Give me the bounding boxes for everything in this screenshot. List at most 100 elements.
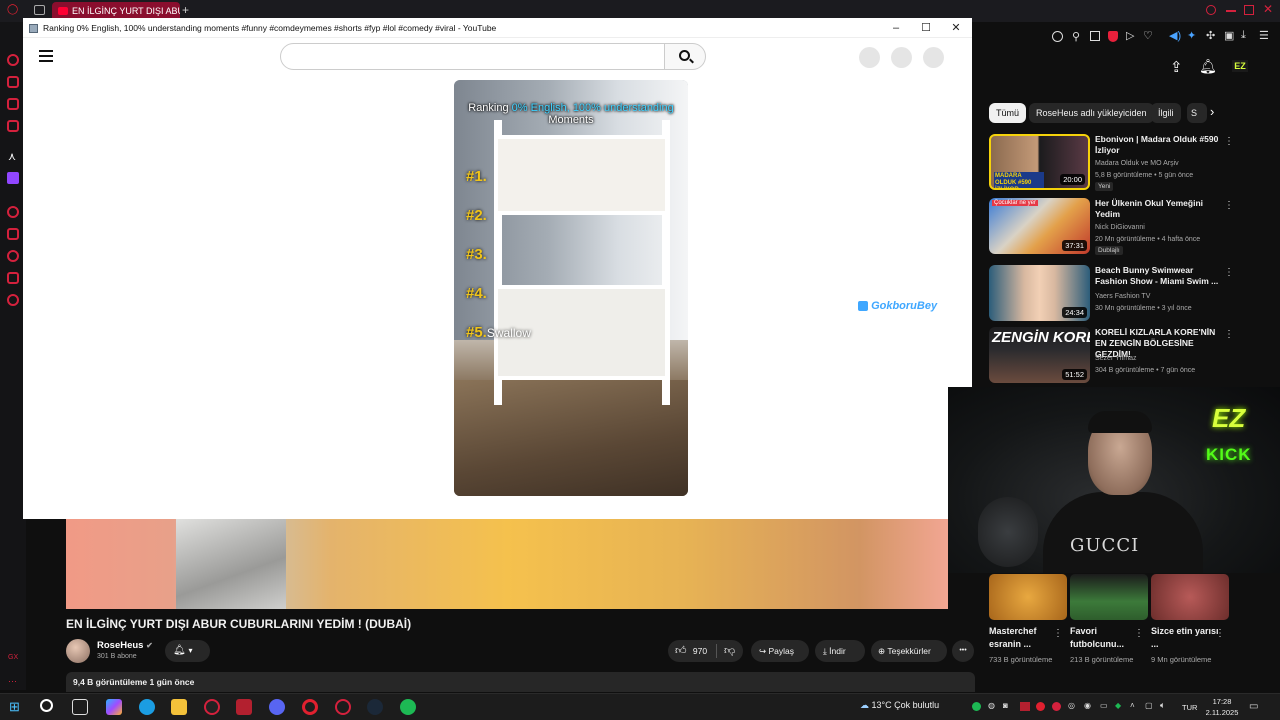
maximize-browser-icon[interactable] [1244, 5, 1254, 15]
sidebar-icon[interactable] [7, 206, 19, 218]
notifications-bell-icon[interactable]: 🔔︎ [1199, 58, 1217, 75]
puzzle-icon[interactable]: ✣ [1206, 29, 1215, 42]
short-title[interactable]: Masterchef esranin ... [989, 625, 1059, 651]
search-icon[interactable] [40, 699, 53, 712]
opera-gx-icon[interactable] [335, 699, 351, 715]
tray-app-icon[interactable] [1036, 702, 1045, 711]
settings-icon[interactable] [7, 294, 19, 306]
menu-icon[interactable]: ☰ [1259, 29, 1269, 42]
video-thumbnail[interactable]: Çocuklar ne yer 37:31 [989, 198, 1090, 254]
snapshot-icon[interactable]: ▣ [1224, 29, 1234, 42]
avatar-placeholder[interactable] [923, 47, 944, 68]
video-thumbnail[interactable]: MADARA OLDUK #590 İZLİYOR 20:00 [989, 134, 1090, 190]
twitch-icon[interactable] [7, 172, 19, 184]
video-thumbnail[interactable]: ZENGİN KORE 51:52 [989, 327, 1090, 383]
related-video[interactable]: Çocuklar ne yer 37:31 Her Ülkenin Okul Y… [989, 198, 1279, 256]
channel-avatar[interactable] [66, 639, 90, 663]
kebab-menu-icon[interactable]: ⋮ [1134, 628, 1144, 639]
opera-logo-icon[interactable]: ◯ [7, 4, 18, 15]
dislike-icon[interactable]: 👎︎ [724, 640, 735, 662]
kebab-menu-icon[interactable]: ⋮ [1053, 628, 1063, 639]
related-video[interactable]: MADARA OLDUK #590 İZLİYOR 20:00 Ebonivon… [989, 134, 1279, 192]
heart-icon[interactable]: ♡ [1143, 29, 1153, 42]
tray-app-icon[interactable] [1052, 702, 1061, 711]
sidebar-icon[interactable] [7, 120, 19, 132]
topic-chip-more[interactable]: S [1187, 103, 1207, 123]
short-title[interactable]: Sizce etin yarısı ... [1151, 625, 1221, 651]
copilot-icon[interactable] [106, 699, 122, 715]
app-icon[interactable] [236, 699, 252, 715]
topic-chip-all[interactable]: Tümü [989, 103, 1027, 123]
sidebar-gx-icon[interactable]: GX [8, 654, 18, 661]
related-video[interactable]: 24:34 Beach Bunny Swimwear Fashion Show … [989, 265, 1279, 323]
search-input[interactable] [280, 43, 665, 70]
minimize-browser-icon[interactable] [1226, 10, 1236, 12]
kebab-menu-icon[interactable]: ⋮ [1224, 329, 1234, 340]
related-video[interactable]: ZENGİN KORE 51:52 KORELİ KIZLARLA KORE'N… [989, 327, 1279, 385]
related-title[interactable]: Her Ülkenin Okul Yemeğini Yedim [1095, 198, 1225, 220]
clock[interactable]: 17:28 2.11.2025 [1205, 696, 1239, 718]
chevron-up-icon[interactable]: ˄ [1130, 701, 1135, 710]
screenshot-icon[interactable] [1090, 31, 1100, 41]
tray-discord-icon[interactable]: ◙ [1003, 701, 1008, 710]
placeholder-button[interactable] [859, 47, 880, 68]
short-title[interactable]: Favori futbolcunu... [1070, 625, 1140, 651]
sidebar-icon[interactable] [7, 98, 19, 110]
tray-app-icon[interactable]: ◆ [1115, 701, 1121, 710]
notification-center-icon[interactable]: ▭ [1249, 701, 1258, 712]
sidebar-ai-icon[interactable]: ⋏ [8, 150, 16, 163]
task-view-icon[interactable] [72, 699, 88, 715]
search-button[interactable] [664, 43, 706, 70]
speaker-icon[interactable]: 🔈︎ [1160, 700, 1165, 711]
kebab-menu-icon[interactable]: ⋮ [1224, 267, 1234, 278]
channel-name[interactable]: RoseHeus ✔ [97, 640, 153, 651]
short-thumbnail[interactable] [989, 574, 1067, 620]
related-channel[interactable]: Yaers Fashion TV [1095, 291, 1150, 302]
sidebar-icon[interactable] [7, 250, 19, 262]
related-title[interactable]: Beach Bunny Swimwear Fashion Show - Miam… [1095, 265, 1225, 287]
steam-icon[interactable] [367, 699, 383, 715]
edge-icon[interactable] [139, 699, 155, 715]
tab-overview-icon[interactable] [34, 5, 45, 15]
like-icon[interactable]: 👍︎ [675, 645, 687, 657]
short-thumbnail[interactable] [1151, 574, 1229, 620]
tray-steam-icon[interactable]: ◍ [988, 701, 995, 710]
related-channel[interactable]: Sezer Yılmaz [1095, 353, 1137, 364]
related-channel[interactable]: Madara Olduk ve MO Arşiv [1095, 158, 1179, 169]
chevron-right-icon[interactable]: › [1210, 104, 1214, 119]
sidebar-icon[interactable] [7, 228, 19, 240]
thanks-button[interactable]: ⊕ Teşekkürler [871, 640, 947, 662]
network-icon[interactable]: ▢ [1145, 701, 1153, 710]
video-thumbnail[interactable]: 24:34 [989, 265, 1090, 321]
weather-widget[interactable]: ☁ 13°C Çok bulutlu [860, 700, 939, 711]
shorts-video[interactable]: Ranking 0% English, 100% understanding M… [454, 80, 688, 496]
tray-spotify-icon[interactable] [972, 702, 981, 711]
zoom-icon[interactable] [1052, 31, 1063, 42]
download-button[interactable]: ⤓ İndir [815, 640, 865, 662]
related-title[interactable]: Ebonivon | Madara Olduk #590 İzliyor [1095, 134, 1225, 156]
discord-icon[interactable] [269, 699, 285, 715]
download-icon[interactable]: ⤓ [1241, 29, 1246, 42]
close-browser-icon[interactable]: ✕ [1263, 2, 1273, 16]
opera-gx-icon[interactable] [204, 699, 220, 715]
subscribe-bell-button[interactable]: 🔔︎ ▾ [165, 640, 210, 662]
tray-app-icon[interactable]: ▭ [1100, 701, 1108, 710]
maximize-button[interactable]: ☐ [911, 18, 941, 38]
tray-app-icon[interactable]: ◎ [1068, 701, 1075, 710]
minimize-button[interactable]: – [881, 18, 911, 38]
upload-icon[interactable]: ⇪ [1170, 58, 1183, 76]
topic-chip-related[interactable]: İlgili [1151, 103, 1181, 123]
kebab-menu-icon[interactable]: ⋮ [1215, 628, 1225, 639]
sidebar-icon[interactable] [7, 272, 19, 284]
tray-app-icon[interactable]: ◉ [1084, 701, 1091, 710]
share-button[interactable]: ↪ Paylaş [751, 640, 809, 662]
play-icon[interactable]: ▷ [1126, 29, 1134, 42]
shield-icon[interactable] [1108, 31, 1118, 42]
topic-chip-uploader[interactable]: RoseHeus adlı yükleyiciden [1029, 103, 1154, 123]
placeholder-button[interactable] [891, 47, 912, 68]
kebab-menu-icon[interactable]: ⋮ [1224, 136, 1234, 147]
like-count[interactable]: 970 [693, 646, 707, 656]
search-tabs-icon[interactable] [1206, 5, 1216, 15]
pin-icon[interactable]: ⚲ [1072, 30, 1080, 43]
kebab-menu-icon[interactable]: ⋮ [1224, 200, 1234, 211]
